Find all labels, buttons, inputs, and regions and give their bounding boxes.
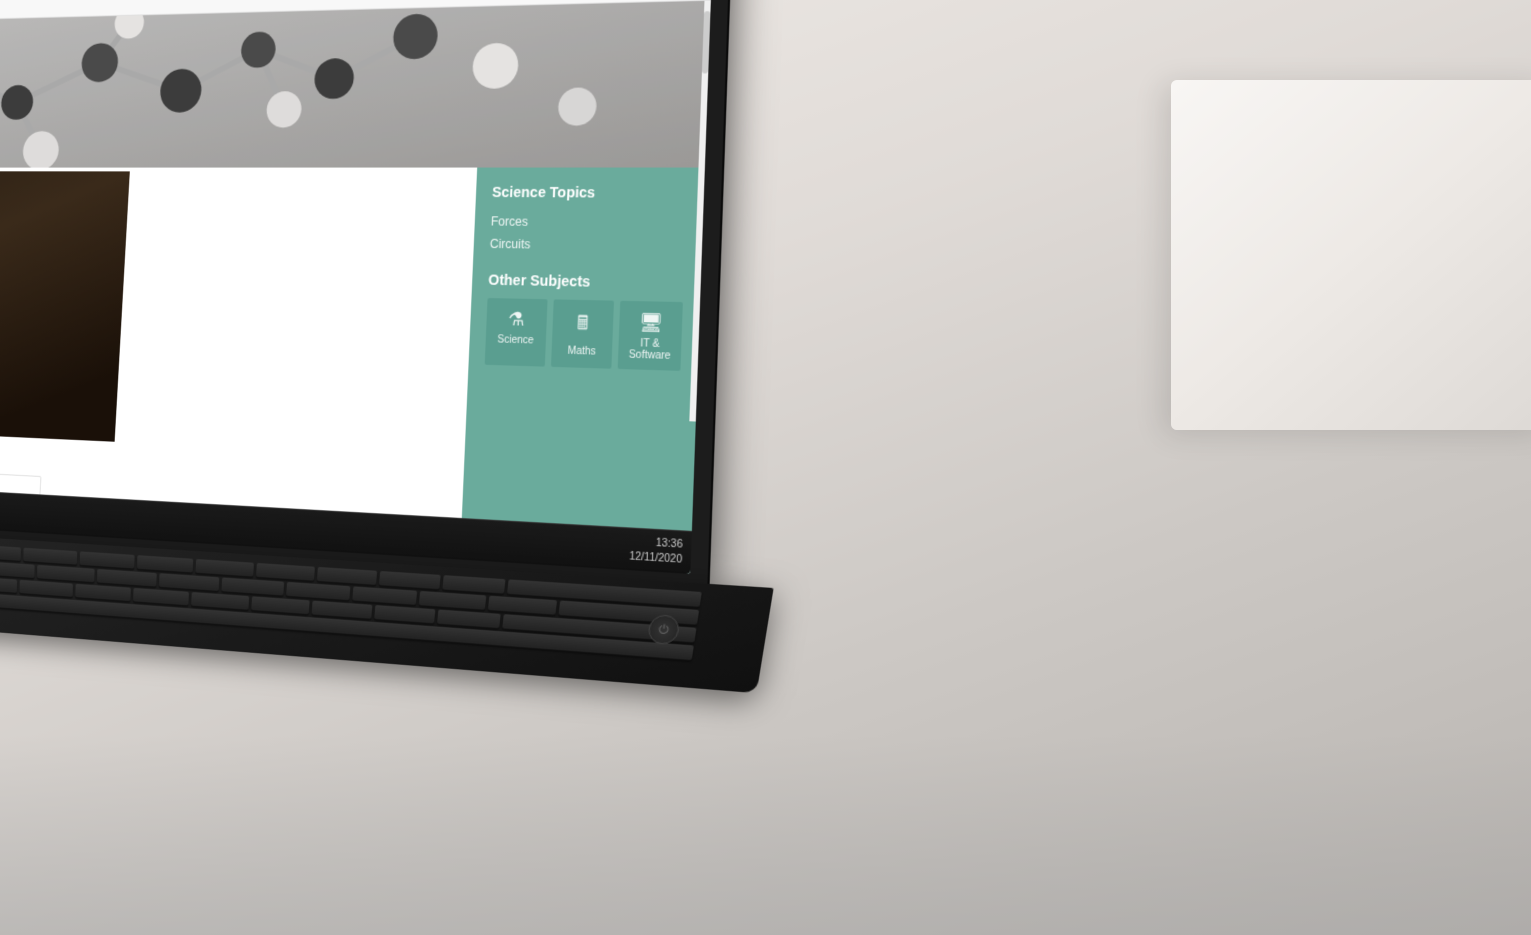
scene-background: 🔍 Search this site ☆ Not following ⤴ Sha… [0, 0, 1531, 935]
key[interactable] [222, 577, 284, 595]
key[interactable] [19, 580, 73, 597]
it-label: IT & Software [625, 338, 675, 363]
subject-tile-it[interactable]: 🖥 IT & Software [618, 301, 683, 371]
key[interactable] [374, 605, 436, 623]
key[interactable] [488, 596, 557, 615]
sharepoint-page: 🔍 Search this site ☆ Not following ⤴ Sha… [0, 0, 714, 574]
right-sidebar: Science Topics Forces Circuits Other Sub… [460, 168, 705, 574]
key[interactable] [379, 571, 441, 589]
molecule-decoration [0, 1, 711, 168]
key[interactable] [37, 565, 95, 582]
key[interactable] [196, 559, 254, 577]
key[interactable] [97, 569, 157, 587]
video-thumbnail[interactable] [0, 171, 130, 441]
key[interactable] [191, 592, 249, 610]
key[interactable] [159, 573, 220, 591]
key[interactable] [0, 576, 17, 593]
science-icon: ⚗ [508, 309, 525, 331]
taskbar-date: 12/11/2020 [629, 549, 682, 567]
key[interactable] [286, 582, 350, 600]
laptop-screen-lid: 🔍 Search this site ☆ Not following ⤴ Sha… [0, 0, 731, 588]
key[interactable] [312, 601, 372, 619]
hero-image [0, 1, 711, 168]
key[interactable] [316, 567, 376, 585]
subject-tile-science[interactable]: ⚗ Science [485, 298, 548, 367]
screen-display: 🔍 Search this site ☆ Not following ⤴ Sha… [0, 0, 714, 574]
subject-tiles: ⚗ Science 🖩 Maths 🖥 IT & Software [485, 298, 683, 371]
desk-object [1171, 80, 1531, 430]
key[interactable] [133, 588, 189, 606]
topic-forces[interactable]: Forces [490, 210, 686, 234]
science-topics-heading: Science Topics [492, 184, 687, 201]
science-label: Science [497, 334, 534, 346]
maths-label: Maths [567, 345, 596, 357]
key[interactable] [0, 544, 21, 561]
topic-circuits[interactable]: Circuits [489, 233, 685, 258]
taskbar-clock: 13:36 12/11/2020 [629, 534, 683, 567]
maths-icon: 🖩 [576, 310, 588, 342]
key[interactable] [442, 575, 505, 593]
related-docs-title: Related Documents [0, 440, 444, 487]
key[interactable] [419, 591, 486, 610]
key[interactable] [251, 596, 310, 614]
key[interactable] [437, 610, 500, 629]
laptop: 🔍 Search this site ☆ Not following ⤴ Sha… [0, 0, 884, 799]
key[interactable] [137, 555, 193, 572]
subject-tile-maths[interactable]: 🖩 Maths [551, 299, 615, 368]
key[interactable] [76, 584, 131, 601]
key[interactable] [24, 548, 78, 565]
it-icon: 🖥 [638, 312, 663, 335]
key[interactable] [0, 561, 34, 578]
other-subjects-heading: Other Subjects [488, 271, 684, 291]
key[interactable] [80, 551, 135, 568]
key[interactable] [352, 586, 418, 605]
key[interactable] [256, 563, 315, 581]
